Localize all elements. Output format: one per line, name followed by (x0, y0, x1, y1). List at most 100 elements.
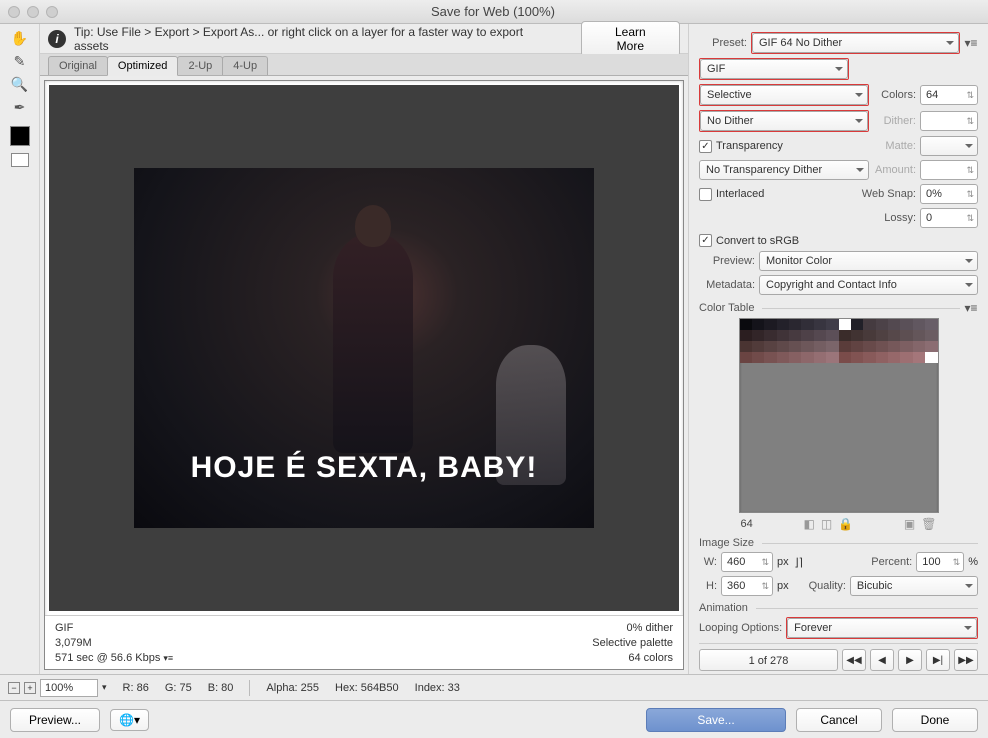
cancel-button[interactable]: Cancel (796, 708, 882, 732)
color-swatch[interactable] (913, 330, 925, 341)
save-button[interactable]: Save... (646, 708, 786, 732)
color-swatch[interactable] (740, 319, 752, 330)
color-swatch[interactable] (839, 330, 851, 341)
color-swatch[interactable] (789, 330, 801, 341)
color-swatch[interactable] (789, 341, 801, 352)
play-button[interactable]: ▶ (898, 649, 922, 671)
color-swatch[interactable] (851, 341, 863, 352)
browser-preview-button[interactable]: 🌐▾ (110, 709, 149, 731)
color-swatch[interactable] (900, 319, 912, 330)
color-swatch[interactable] (814, 330, 826, 341)
width-input[interactable]: 460 (721, 552, 773, 572)
color-swatch[interactable] (851, 319, 863, 330)
quality-select[interactable]: Bicubic (850, 576, 978, 596)
preset-select[interactable]: GIF 64 No Dither (752, 33, 959, 53)
color-swatch[interactable] (801, 341, 813, 352)
color-swatch[interactable] (925, 330, 937, 341)
color-swatch[interactable] (863, 330, 875, 341)
new-color-icon[interactable]: ▣ (904, 517, 915, 531)
color-swatch[interactable] (801, 330, 813, 341)
color-swatch[interactable] (888, 352, 900, 363)
color-swatch[interactable] (814, 352, 826, 363)
color-swatch[interactable] (764, 352, 776, 363)
color-swatch[interactable] (777, 352, 789, 363)
tab-original[interactable]: Original (48, 56, 108, 75)
color-swatch[interactable] (888, 330, 900, 341)
color-reduction-select[interactable]: Selective (700, 85, 868, 105)
color-swatch[interactable] (764, 341, 776, 352)
eyedropper-color-swatch[interactable] (10, 126, 30, 146)
color-swatch[interactable] (740, 341, 752, 352)
lock-color-icon[interactable]: 🔒 (838, 517, 853, 531)
color-swatch[interactable] (740, 352, 752, 363)
zoom-out-icon[interactable]: − (8, 682, 20, 694)
color-swatch[interactable] (814, 319, 826, 330)
tab-4up[interactable]: 4-Up (222, 56, 268, 75)
tab-2up[interactable]: 2-Up (177, 56, 223, 75)
shift-websafe-icon[interactable]: ◫ (821, 517, 832, 531)
color-swatch[interactable] (752, 341, 764, 352)
color-swatch[interactable] (777, 330, 789, 341)
close-window-icon[interactable] (8, 6, 20, 18)
color-swatch[interactable] (925, 341, 937, 352)
color-swatch[interactable] (826, 319, 838, 330)
last-frame-button[interactable]: ▶▶ (954, 649, 978, 671)
interlaced-checkbox[interactable] (699, 188, 712, 201)
transparency-checkbox[interactable]: ✓ (699, 140, 712, 153)
first-frame-button[interactable]: ◀◀ (842, 649, 866, 671)
color-swatch[interactable] (925, 319, 937, 330)
color-swatch[interactable] (925, 352, 937, 363)
color-swatch[interactable] (863, 352, 875, 363)
color-table-menu-icon[interactable]: ▾≡ (964, 301, 978, 315)
color-swatch[interactable] (913, 341, 925, 352)
color-swatch[interactable] (876, 352, 888, 363)
color-swatch[interactable] (900, 330, 912, 341)
zoom-input[interactable]: 100% (40, 679, 98, 697)
color-swatch[interactable] (764, 319, 776, 330)
colors-input[interactable]: 64 (920, 85, 978, 105)
delete-color-icon[interactable]: 🗑 (921, 517, 936, 531)
percent-input[interactable]: 100 (916, 552, 964, 572)
color-swatch[interactable] (801, 352, 813, 363)
dither-select[interactable]: No Dither (700, 111, 868, 131)
color-table[interactable] (739, 318, 939, 513)
color-swatch[interactable] (777, 341, 789, 352)
prev-frame-button[interactable]: ◀ (870, 649, 894, 671)
color-swatch[interactable] (814, 341, 826, 352)
preview-canvas[interactable]: HOJE É SEXTA, BABY! GIF0% dither 3,079MS… (44, 80, 684, 670)
color-swatch[interactable] (863, 341, 875, 352)
metadata-select[interactable]: Copyright and Contact Info (759, 275, 978, 295)
color-swatch[interactable] (913, 319, 925, 330)
color-swatch[interactable] (888, 319, 900, 330)
zoom-window-icon[interactable] (46, 6, 58, 18)
websnap-input[interactable]: 0% (920, 184, 978, 204)
map-transparent-icon[interactable]: ◧ (804, 517, 815, 531)
minimize-window-icon[interactable] (27, 6, 39, 18)
color-swatch[interactable] (826, 352, 838, 363)
hand-tool-icon[interactable]: ✋ (8, 28, 32, 48)
slice-select-tool-icon[interactable]: ✎ (8, 51, 32, 71)
color-swatch[interactable] (876, 319, 888, 330)
color-swatch[interactable] (826, 330, 838, 341)
color-swatch[interactable] (826, 341, 838, 352)
next-frame-button[interactable]: ▶| (926, 649, 950, 671)
color-swatch[interactable] (888, 341, 900, 352)
color-swatch[interactable] (863, 319, 875, 330)
color-swatch[interactable] (801, 319, 813, 330)
looping-select[interactable]: Forever (787, 618, 977, 638)
color-swatch[interactable] (740, 330, 752, 341)
tab-optimized[interactable]: Optimized (107, 56, 179, 76)
done-button[interactable]: Done (892, 708, 978, 732)
color-swatch[interactable] (839, 341, 851, 352)
color-swatch[interactable] (764, 330, 776, 341)
color-swatch[interactable] (789, 352, 801, 363)
height-input[interactable]: 360 (721, 576, 773, 596)
eyedropper-tool-icon[interactable]: ✒ (8, 97, 32, 117)
color-swatch[interactable] (851, 352, 863, 363)
matte-select[interactable] (920, 136, 978, 156)
filetype-select[interactable]: GIF (700, 59, 848, 79)
preview-mode-select[interactable]: Monitor Color (759, 251, 978, 271)
color-swatch[interactable] (900, 341, 912, 352)
color-swatch[interactable] (789, 319, 801, 330)
color-swatch[interactable] (913, 352, 925, 363)
